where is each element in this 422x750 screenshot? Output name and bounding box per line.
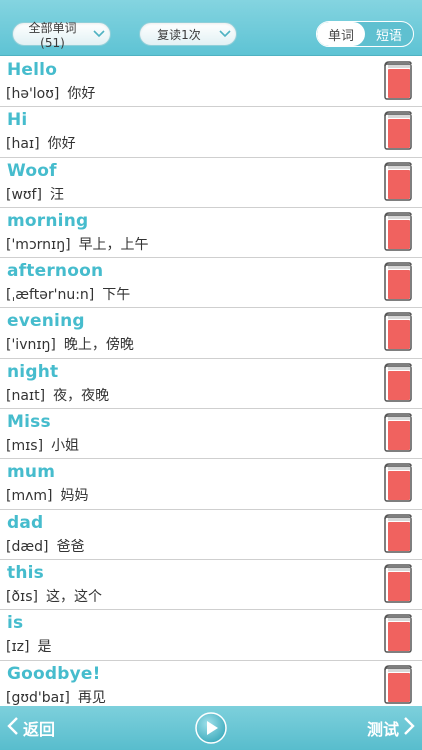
phonetic-text: [ðɪs] bbox=[6, 588, 38, 605]
back-label: 返回 bbox=[23, 720, 56, 739]
word-text: morning bbox=[7, 210, 89, 231]
book-icon[interactable] bbox=[383, 61, 413, 101]
book-icon[interactable] bbox=[383, 413, 413, 453]
word-definition: [ˌæftər'nu:n] 下午 bbox=[6, 284, 130, 304]
word-row[interactable]: Hello [hə'loʊ] 你好 bbox=[0, 57, 422, 108]
word-text: dad bbox=[7, 512, 44, 533]
word-filter-label: 全部单词(51) bbox=[28, 20, 77, 50]
word-text: is bbox=[7, 613, 24, 634]
word-phrase-toggle: 单词 短语 bbox=[316, 21, 414, 47]
meaning-text: 晚上，傍晚 bbox=[63, 337, 134, 354]
meaning-text: 再见 bbox=[77, 689, 106, 706]
meaning-text: 下午 bbox=[102, 287, 131, 304]
word-text: afternoon bbox=[7, 261, 104, 282]
word-definition: [ðɪs] 这，这个 bbox=[6, 586, 102, 606]
chevron-left-icon bbox=[6, 716, 20, 740]
meaning-text: 这，这个 bbox=[46, 588, 102, 605]
play-icon bbox=[195, 712, 227, 744]
phonetic-text: [wʊf] bbox=[6, 186, 42, 203]
word-row[interactable]: evening ['ivnɪŋ] 晚上，傍晚 bbox=[0, 308, 422, 359]
back-button[interactable]: 返回 bbox=[6, 714, 55, 742]
word-row[interactable]: night [naɪt] 夜，夜晚 bbox=[0, 359, 422, 410]
phonetic-text: [naɪt] bbox=[6, 387, 46, 404]
book-icon[interactable] bbox=[383, 463, 413, 503]
phonetic-text: ['mɔrnɪŋ] bbox=[6, 236, 71, 253]
word-text: Woof bbox=[7, 160, 57, 181]
word-row[interactable]: afternoon [ˌæftər'nu:n] 下午 bbox=[0, 258, 422, 309]
word-text: evening bbox=[7, 311, 85, 332]
book-icon[interactable] bbox=[383, 212, 413, 252]
word-definition: [mɪs] 小姐 bbox=[6, 435, 79, 455]
word-row[interactable]: Goodbye! [gʊd'baɪ] 再见 bbox=[0, 661, 422, 711]
phonetic-text: [mɪs] bbox=[6, 438, 44, 455]
play-button[interactable] bbox=[195, 712, 227, 744]
phonetic-text: [ɪz] bbox=[6, 639, 30, 656]
top-bar: 全部单词(51) 复读1次 单词 短语 bbox=[0, 0, 422, 56]
word-list: Hello [hə'loʊ] 你好 Hi [haɪ] 你好 Woof [wʊf] 汪 mornin… bbox=[0, 57, 422, 711]
phonetic-text: [ˌæftər'nu:n] bbox=[6, 287, 95, 304]
word-text: Miss bbox=[7, 412, 51, 433]
review-count-dropdown[interactable]: 复读1次 bbox=[139, 22, 237, 46]
phonetic-text: ['ivnɪŋ] bbox=[6, 337, 56, 354]
word-text: Hi bbox=[7, 110, 28, 131]
word-definition: [ɪz] 是 bbox=[6, 636, 51, 656]
phonetic-text: [gʊd'baɪ] bbox=[6, 689, 70, 706]
book-icon[interactable] bbox=[383, 363, 413, 403]
review-count-label: 复读1次 bbox=[157, 27, 201, 42]
word-row[interactable]: morning ['mɔrnɪŋ] 早上，上午 bbox=[0, 208, 422, 259]
word-text: Hello bbox=[7, 60, 58, 80]
word-row[interactable]: dad [dæd] 爸爸 bbox=[0, 510, 422, 560]
chevron-down-icon bbox=[88, 22, 110, 46]
meaning-text: 妈妈 bbox=[60, 488, 89, 505]
word-definition: [haɪ] 你好 bbox=[6, 133, 76, 153]
chevron-right-icon bbox=[402, 716, 416, 740]
meaning-text: 汪 bbox=[49, 186, 64, 203]
phonetic-text: [haɪ] bbox=[6, 136, 40, 153]
word-definition: [mʌm] 妈妈 bbox=[6, 485, 88, 505]
tab-words[interactable]: 单词 bbox=[317, 22, 365, 46]
word-row[interactable]: is [ɪz] 是 bbox=[0, 610, 422, 661]
meaning-text: 你好 bbox=[47, 136, 76, 153]
book-icon[interactable] bbox=[383, 664, 413, 705]
book-icon[interactable] bbox=[383, 614, 413, 654]
meaning-text: 爸爸 bbox=[56, 538, 85, 555]
test-label: 测试 bbox=[366, 720, 399, 739]
meaning-text: 是 bbox=[37, 639, 52, 656]
word-row[interactable]: Miss [mɪs] 小姐 bbox=[0, 409, 422, 460]
word-row[interactable]: Woof [wʊf] 汪 bbox=[0, 158, 422, 208]
word-row[interactable]: Hi [haɪ] 你好 bbox=[0, 107, 422, 158]
chevron-down-icon bbox=[214, 22, 236, 46]
word-definition: [gʊd'baɪ] 再见 bbox=[6, 687, 106, 707]
meaning-text: 夜，夜晚 bbox=[53, 387, 110, 404]
meaning-text: 你好 bbox=[67, 86, 96, 102]
book-icon[interactable] bbox=[383, 513, 413, 554]
word-definition: [hə'loʊ] 你好 bbox=[6, 83, 95, 103]
word-text: mum bbox=[7, 462, 56, 483]
word-definition: ['ivnɪŋ] 晚上，傍晚 bbox=[6, 334, 134, 354]
meaning-text: 小姐 bbox=[51, 438, 80, 455]
tab-phrases[interactable]: 短语 bbox=[365, 22, 413, 46]
word-text: this bbox=[7, 562, 44, 583]
phonetic-text: [hə'loʊ] bbox=[6, 86, 60, 102]
word-definition: [dæd] 爸爸 bbox=[6, 536, 84, 556]
word-row[interactable]: this [ðɪs] 这，这个 bbox=[0, 560, 422, 611]
phonetic-text: [mʌm] bbox=[6, 488, 53, 505]
book-icon[interactable] bbox=[383, 161, 413, 202]
test-button[interactable]: 测试 bbox=[367, 714, 416, 742]
word-row[interactable]: mum [mʌm] 妈妈 bbox=[0, 459, 422, 510]
word-definition: ['mɔrnɪŋ] 早上，上午 bbox=[6, 234, 149, 254]
book-icon[interactable] bbox=[383, 111, 413, 151]
phonetic-text: [dæd] bbox=[6, 538, 49, 555]
book-icon[interactable] bbox=[383, 564, 413, 604]
word-text: night bbox=[7, 361, 59, 382]
book-icon[interactable] bbox=[383, 262, 413, 302]
word-definition: [naɪt] 夜，夜晚 bbox=[6, 385, 109, 405]
word-text: Goodbye! bbox=[7, 663, 101, 684]
word-filter-dropdown[interactable]: 全部单词(51) bbox=[12, 21, 111, 50]
meaning-text: 早上，上午 bbox=[78, 236, 149, 253]
book-icon[interactable] bbox=[383, 312, 413, 352]
word-definition: [wʊf] 汪 bbox=[6, 184, 64, 204]
